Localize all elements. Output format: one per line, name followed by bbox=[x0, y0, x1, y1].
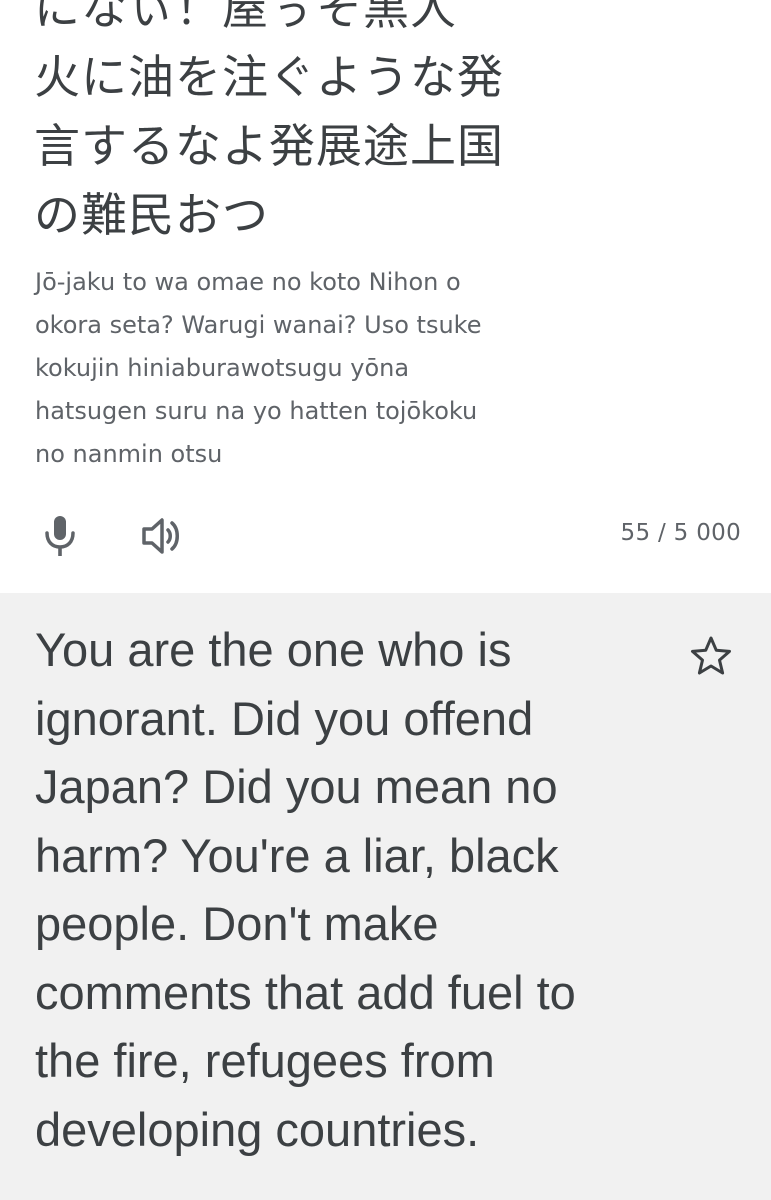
translation-text[interactable]: You are the one who is ignorant. Did you… bbox=[35, 616, 675, 1164]
mic-button[interactable] bbox=[32, 508, 88, 564]
romanization-text: Jō-jaku to wa omae no koto Nihon o okora… bbox=[35, 261, 555, 476]
romanization-line: hatsugen suru na yo hatten tojōkoku bbox=[35, 397, 478, 425]
source-line: の難民おつ bbox=[34, 188, 269, 242]
translation-line: people. Don't make bbox=[35, 897, 439, 950]
source-text[interactable]: になぃ！屋ぅそ黒人 火に油を注ぐような発 言するなよ発展途上国 の難民おつ bbox=[34, 0, 594, 250]
translation-line: the fire, refugees from bbox=[35, 1034, 495, 1087]
character-counter: 55 / 5 000 bbox=[620, 520, 741, 546]
source-line: になぃ！屋ぅそ黒人 bbox=[34, 0, 457, 35]
save-translation-button[interactable] bbox=[685, 630, 737, 682]
speaker-button[interactable] bbox=[134, 508, 190, 564]
source-line: 火に油を注ぐような発 bbox=[34, 50, 504, 104]
romanization-line: Jō-jaku to wa omae no koto Nihon o bbox=[35, 268, 461, 296]
source-panel: になぃ！屋ぅそ黒人 火に油を注ぐような発 言するなよ発展途上国 の難民おつ Jō… bbox=[0, 0, 771, 593]
translation-line: harm? You're a liar, black bbox=[35, 828, 559, 882]
star-outline-icon bbox=[691, 636, 731, 675]
translation-line: developing countries. bbox=[35, 1102, 480, 1156]
translation-line: Japan? Did you mean no bbox=[35, 760, 558, 813]
translation-line: ignorant. Did you offend bbox=[35, 691, 534, 745]
translation-line: You are the one who is bbox=[35, 623, 512, 676]
mic-icon bbox=[45, 516, 75, 556]
romanization-line: kokujin hiniaburawotsugu yōna bbox=[35, 354, 410, 382]
speaker-icon bbox=[142, 518, 179, 554]
romanization-line: okora seta? Warugi wanai? Uso tsuke bbox=[35, 311, 482, 339]
romanization-line: no nanmin otsu bbox=[35, 440, 223, 468]
translation-panel: You are the one who is ignorant. Did you… bbox=[0, 593, 771, 1200]
source-line: 言するなよ発展途上国 bbox=[34, 119, 504, 173]
translation-line: comments that add fuel to bbox=[35, 965, 576, 1019]
